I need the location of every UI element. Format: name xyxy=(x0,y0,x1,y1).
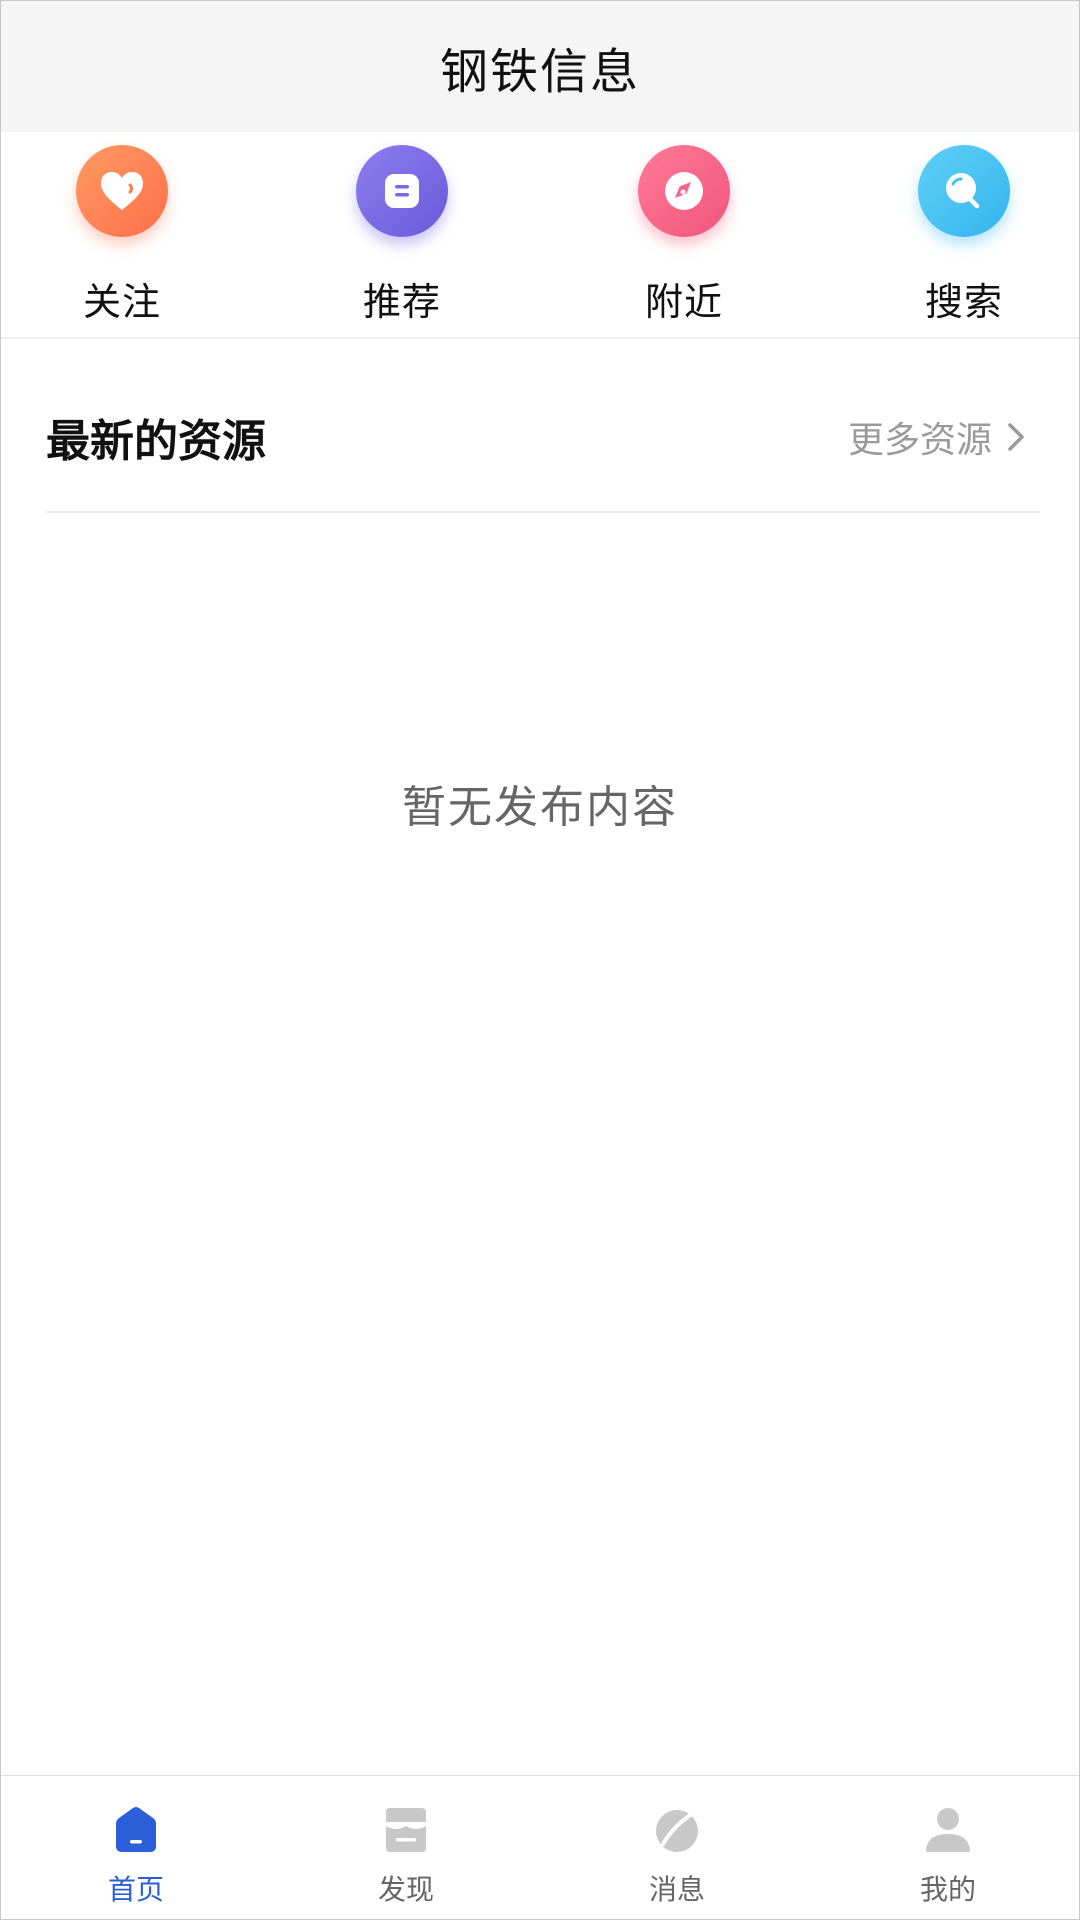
tab-label: 首页 xyxy=(107,1873,164,1906)
tab-label: 消息 xyxy=(648,1873,705,1906)
tab-label: 发现 xyxy=(377,1873,434,1906)
user-icon xyxy=(926,1808,970,1852)
tab-home[interactable]: 首页 xyxy=(66,1802,206,1908)
empty-state-text: 暂无发布内容 xyxy=(402,782,678,833)
store-icon xyxy=(386,1808,426,1852)
quick-action-label: 关注 xyxy=(82,280,161,324)
quick-action-nearby[interactable]: 附近 xyxy=(594,145,774,326)
tab-messages[interactable]: 消息 xyxy=(607,1802,747,1908)
message-icon xyxy=(656,1810,698,1852)
chevron-right-icon xyxy=(1002,419,1030,455)
quick-action-search[interactable]: 搜索 xyxy=(874,145,1054,326)
app-screen: 钢铁信息 关注 推荐 附近 搜索 最新的资源 更多资源 暂无发布内容 首页 发现… xyxy=(0,0,1080,1920)
search-icon xyxy=(918,145,1010,237)
navigation-bar: 钢铁信息 xyxy=(1,1,1079,132)
quick-action-follow[interactable]: 关注 xyxy=(32,145,212,326)
bottom-tab-bar: 首页 发现 消息 我的 xyxy=(1,1775,1079,1919)
quick-action-recommend[interactable]: 推荐 xyxy=(312,145,492,326)
quick-action-label: 附近 xyxy=(644,280,723,324)
heart-icon xyxy=(76,145,168,237)
document-icon xyxy=(356,145,448,237)
section-title: 最新的资源 xyxy=(46,416,266,467)
quick-action-label: 搜索 xyxy=(924,280,1003,324)
latest-resources-header: 最新的资源 更多资源 xyxy=(46,381,1040,513)
tab-profile[interactable]: 我的 xyxy=(878,1802,1018,1908)
more-resources-label: 更多资源 xyxy=(847,420,992,461)
tab-discover[interactable]: 发现 xyxy=(336,1802,476,1908)
quick-action-label: 推荐 xyxy=(362,280,441,324)
quick-actions: 关注 推荐 附近 搜索 xyxy=(1,132,1079,339)
tab-label: 我的 xyxy=(919,1873,976,1906)
page-title: 钢铁信息 xyxy=(439,43,640,100)
home-icon xyxy=(116,1807,156,1852)
compass-icon xyxy=(638,145,730,237)
more-resources-link[interactable]: 更多资源 xyxy=(848,411,1030,463)
